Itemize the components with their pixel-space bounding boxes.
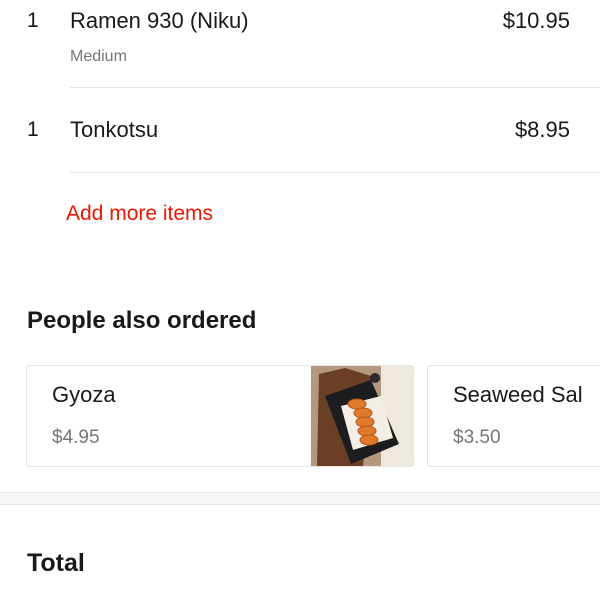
card-item-price: $3.50 [453,427,501,448]
item-option: Medium [70,48,127,65]
item-name: Ramen 930 (Niku) [70,8,249,33]
item-price: $10.95 [502,8,570,33]
total-label: Total [27,549,85,577]
item-quantity: 1 [27,118,39,141]
card-item-name: Seaweed Sal [453,382,583,407]
card-item-price: $4.95 [52,427,100,448]
recommendations-title: People also ordered [27,307,257,334]
cart-item-ramen[interactable]: 1 Ramen 930 (Niku) Medium $10.95 [0,0,600,88]
gyoza-dish-photo [311,366,413,466]
item-name: Tonkotsu [70,117,159,142]
item-quantity: 1 [27,9,39,32]
item-divider [70,172,600,173]
cart-item-tonkotsu[interactable]: 1 Tonkotsu $8.95 [0,88,600,173]
recommendation-card-seaweed-salad[interactable]: Seaweed Sal $3.50 [427,365,600,467]
section-separator [0,492,600,505]
card-item-name: Gyoza [52,382,116,407]
cart-page: 1 Ramen 930 (Niku) Medium $10.95 1 Tonko… [0,0,600,600]
item-price: $8.95 [514,117,570,142]
add-more-items-link[interactable]: Add more items [66,202,213,226]
recommendation-card-gyoza[interactable]: Gyoza $4.95 [26,365,414,467]
